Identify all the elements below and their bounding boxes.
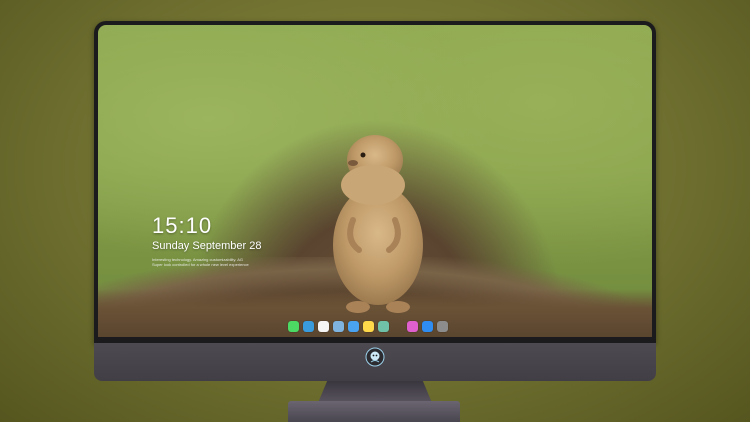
photos-icon[interactable]: [378, 320, 389, 332]
app-store-icon[interactable]: [422, 320, 433, 332]
monitor-stand-base: [288, 401, 460, 422]
safari-icon[interactable]: [318, 320, 329, 332]
messages-icon[interactable]: [288, 320, 299, 332]
desktop-screen: 15:10 Sunday September 28 Interesting te…: [98, 25, 652, 337]
finder-icon[interactable]: [303, 320, 314, 332]
mail-icon[interactable]: [348, 320, 359, 332]
dock: [288, 319, 448, 333]
brand-logo-icon: [365, 347, 385, 367]
lock-screen-info: Interesting technology. Amazing customiz…: [152, 257, 272, 267]
lock-screen-date: Sunday September 28: [152, 240, 262, 252]
monitor: 15:10 Sunday September 28 Interesting te…: [94, 21, 656, 381]
itunes-icon[interactable]: [407, 320, 418, 332]
lock-screen-clock: 15:10: [152, 213, 213, 238]
monitor-bezel: 15:10 Sunday September 28 Interesting te…: [94, 21, 656, 343]
camera-icon[interactable]: [437, 320, 448, 332]
notes-icon[interactable]: [363, 320, 374, 332]
info-line: Super look controlled for a whole new le…: [152, 262, 249, 267]
monitor-stand-neck: [318, 381, 432, 403]
prairie-dog-wallpaper: [333, 135, 423, 313]
preview-icon[interactable]: [333, 320, 344, 332]
